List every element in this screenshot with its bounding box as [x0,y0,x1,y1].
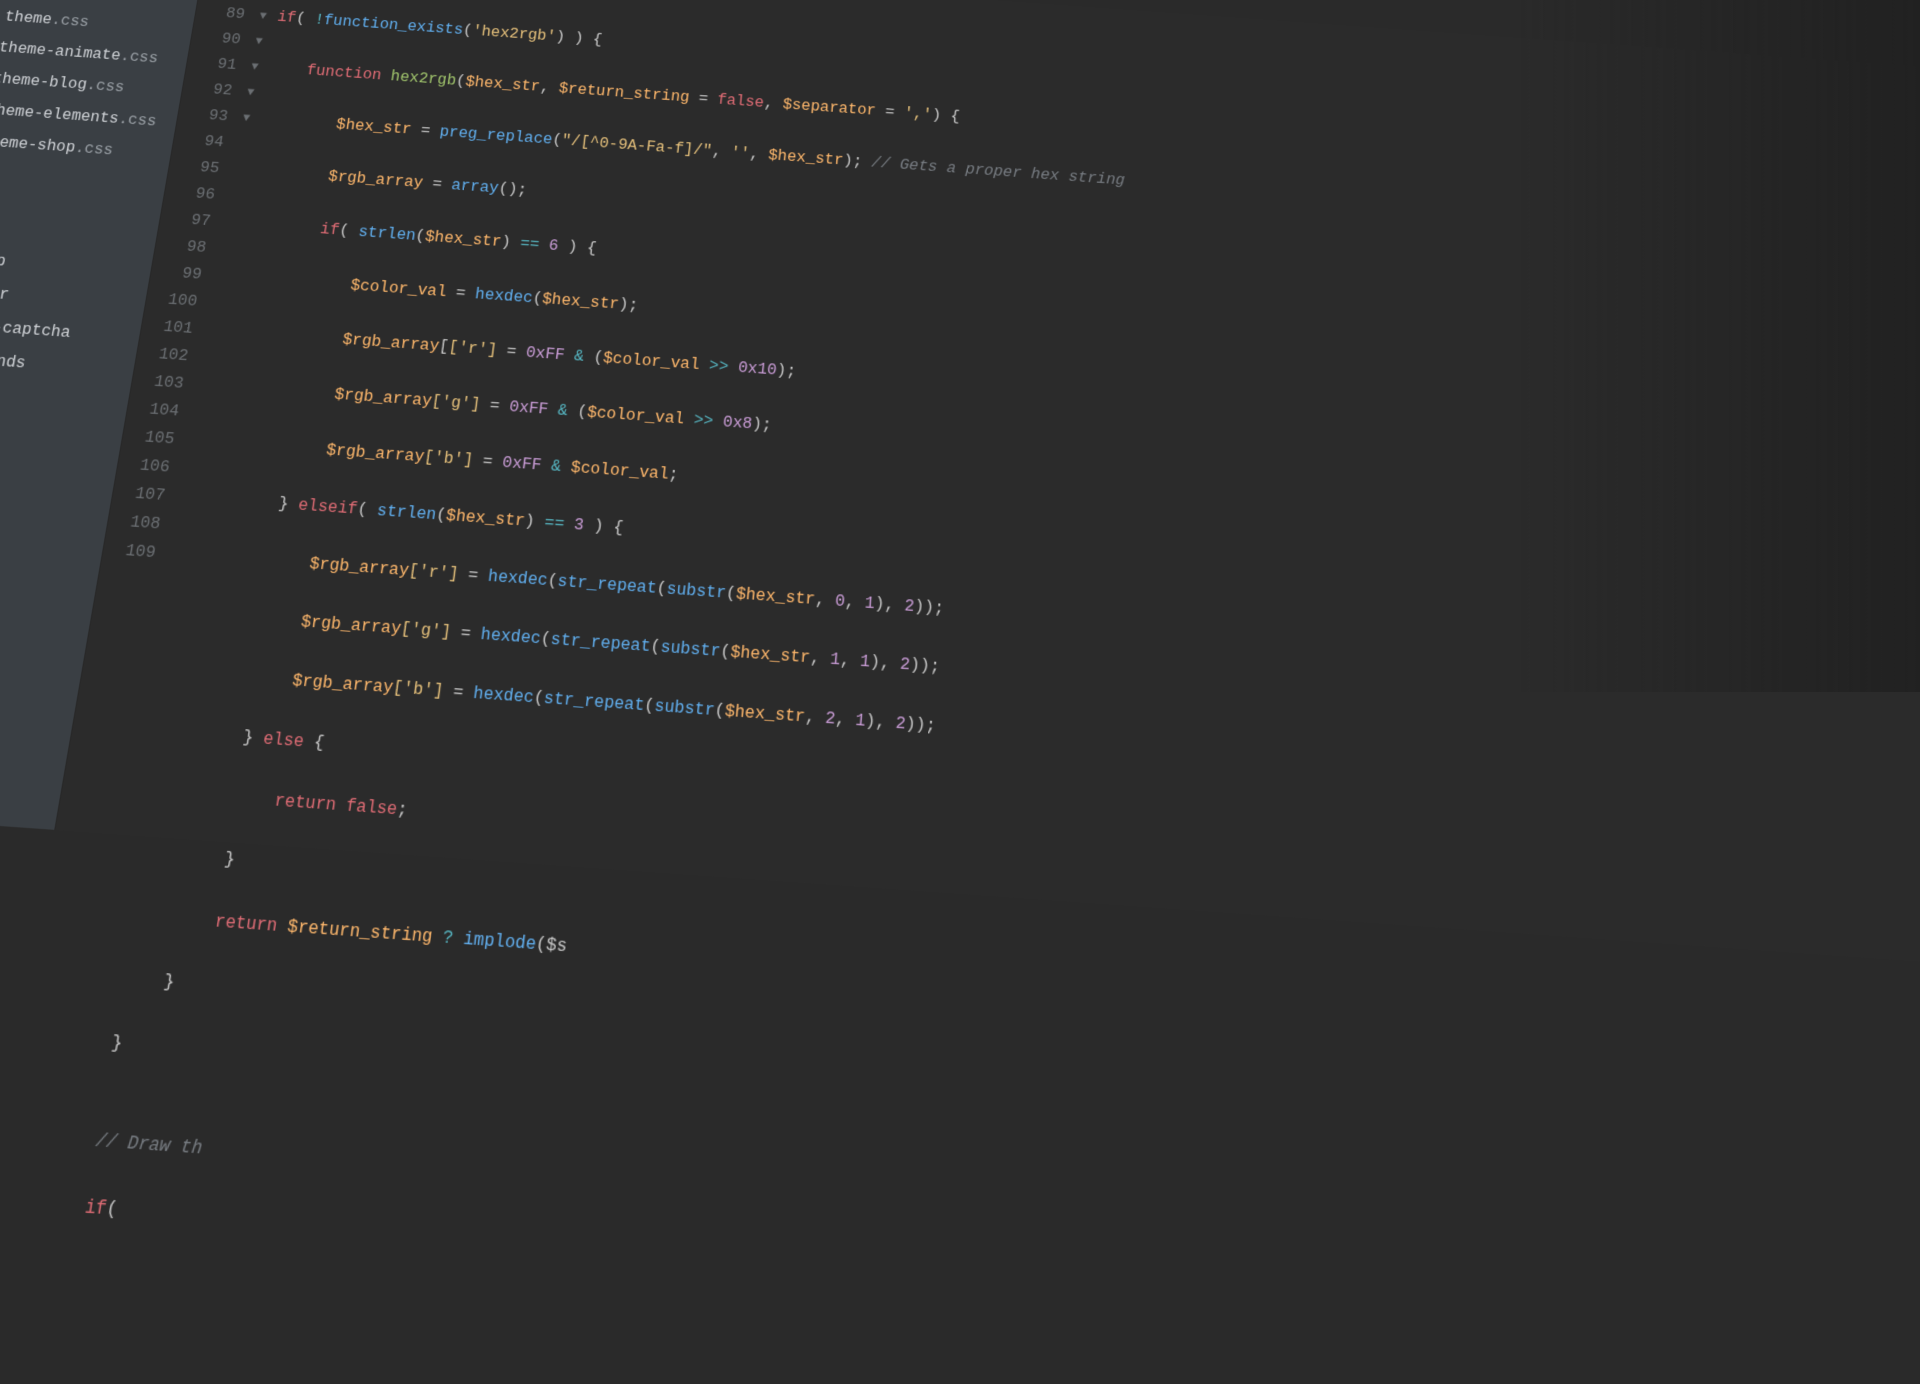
line-number: 106 [116,450,172,482]
line-number: 93 [177,100,230,129]
line-number: 105 [121,422,177,454]
line-number: 98 [154,231,208,261]
line-number: 104 [126,394,182,425]
line-number: 99 [149,258,203,288]
code-editor[interactable]: 87 88 89 90 91 92 93 94 95 96 97 98 99 1… [55,0,1920,972]
editor-scene: custom.css ie.css theme.css theme-animat… [0,0,1920,972]
code-area[interactable]: if( !function_exists('hex2rgb') ) { func… [139,0,1920,972]
line-number: 90 [190,24,243,53]
line-number: 95 [168,152,222,182]
line-number: 91 [185,49,238,78]
line-number: 102 [135,339,190,370]
line-number: 92 [181,75,234,104]
line-number: 94 [172,126,226,156]
line-number: 100 [145,285,200,316]
line-number: 107 [111,478,167,510]
line-number: 97 [158,205,212,235]
sidebar-gap [0,156,168,256]
line-number: 109 [101,535,158,567]
line-number: 108 [106,506,162,538]
line-number: 103 [130,366,185,397]
line-number: 101 [140,312,195,343]
line-number: 89 [194,0,247,27]
line-number: 96 [163,178,217,208]
